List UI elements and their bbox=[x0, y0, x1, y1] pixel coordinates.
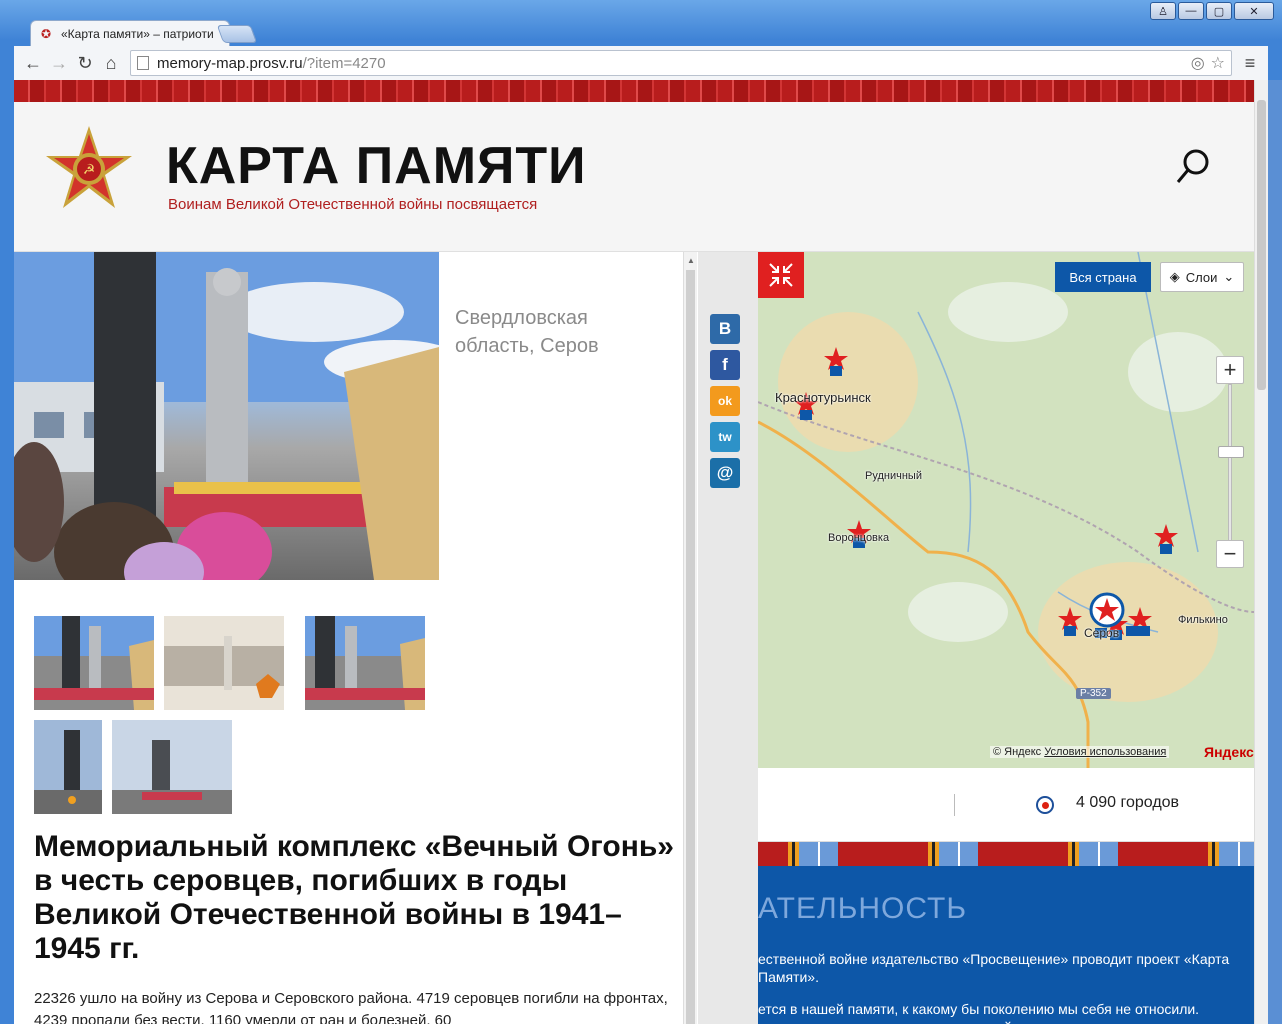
tab-strip: ✪ «Карта памяти» – патриоти bbox=[14, 18, 1264, 46]
about-paragraph: ется в нашей памяти, к какому бы поколен… bbox=[758, 1001, 1200, 1024]
scroll-thumb[interactable] bbox=[686, 270, 695, 1024]
location-city: область, Серов bbox=[455, 335, 599, 357]
map-collapse-button[interactable] bbox=[758, 252, 804, 298]
page-scrollbar[interactable] bbox=[1254, 80, 1268, 1024]
svg-text:☭: ☭ bbox=[83, 162, 96, 178]
scroll-up-icon[interactable]: ▲ bbox=[687, 256, 695, 265]
home-icon[interactable]: ⌂ bbox=[98, 50, 124, 76]
about-title: АТЕЛЬНОСТЬ bbox=[758, 892, 968, 925]
url-path: /?item=4270 bbox=[302, 54, 386, 72]
thumbnail[interactable] bbox=[34, 616, 154, 710]
facebook-share-button[interactable]: f bbox=[710, 350, 740, 380]
memorial-panel: Свердловская область, Серов Мемориальный… bbox=[14, 252, 698, 1024]
tab-title: «Карта памяти» – патриоти bbox=[61, 26, 214, 41]
map-markers bbox=[794, 347, 1178, 640]
back-arrow-icon[interactable]: ← bbox=[20, 50, 46, 76]
zoom-out-button[interactable]: − bbox=[1216, 540, 1244, 568]
thumbnail[interactable] bbox=[112, 720, 232, 814]
location: Свердловская область, Серов bbox=[455, 304, 675, 360]
zoom-slider-knob[interactable] bbox=[1218, 446, 1244, 458]
new-tab-button[interactable] bbox=[216, 25, 258, 43]
site-subtitle: Воинам Великой Отечественной войны посвя… bbox=[168, 196, 538, 213]
yandex-map[interactable]: Вся страна ◈ Слои ⌄ + − Краснотурьинск Р… bbox=[758, 252, 1254, 768]
page-icon bbox=[137, 56, 149, 70]
main-photo[interactable] bbox=[14, 252, 439, 580]
layers-label: Слои bbox=[1185, 269, 1218, 285]
stats-divider bbox=[954, 794, 955, 816]
map-copyright: © Яндекс Условия использования bbox=[990, 746, 1170, 758]
map-label-vorontsovka: Воронцовка bbox=[828, 532, 890, 544]
cities-count: 4 090 городов bbox=[1076, 794, 1180, 811]
mail-share-button[interactable]: @ bbox=[710, 458, 740, 488]
panel-scrollbar[interactable]: ▲ bbox=[683, 252, 697, 1024]
top-ribbon bbox=[14, 80, 1254, 102]
bookmark-star-icon[interactable]: ☆ bbox=[1211, 53, 1225, 73]
thumbnail[interactable] bbox=[164, 616, 284, 710]
map-label-krasnoturyinsk: Краснотурьинск bbox=[775, 390, 871, 405]
location-icon[interactable]: ◎ bbox=[1191, 53, 1205, 73]
page-viewport: ☭ КАРТА ПАМЯТИ Воинам Великой Отечествен… bbox=[14, 80, 1268, 1024]
star-favicon-icon: ✪ bbox=[41, 26, 52, 41]
browser-toolbar: ← → ↻ ⌂ memory-map.prosv.ru/?item=4270 ◎… bbox=[14, 46, 1268, 80]
forward-arrow-icon[interactable]: → bbox=[46, 50, 72, 76]
memorial-title: Мемориальный комплекс «Вечный Огонь» в ч… bbox=[34, 830, 674, 965]
twitter-share-button[interactable]: tw bbox=[710, 422, 740, 452]
address-bar[interactable]: memory-map.prosv.ru/?item=4270 ◎ ☆ bbox=[130, 50, 1232, 76]
zoom-in-button[interactable]: + bbox=[1216, 356, 1244, 384]
city-marker-icon bbox=[1036, 796, 1054, 814]
search-icon[interactable] bbox=[1174, 146, 1214, 186]
share-column: В f ok tw @ bbox=[698, 252, 758, 1024]
stats-bar: 4 090 городов bbox=[758, 768, 1254, 842]
odnoklassniki-share-button[interactable]: ok bbox=[710, 386, 740, 416]
layers-button[interactable]: ◈ Слои ⌄ bbox=[1160, 262, 1244, 292]
map-terms-link[interactable]: Условия использования bbox=[1044, 746, 1166, 758]
about-paragraph: ественной войне издательство «Просвещени… bbox=[758, 951, 1230, 985]
zoom-slider-track[interactable] bbox=[1228, 384, 1232, 542]
tab-active[interactable]: ✪ «Карта памяти» – патриоти bbox=[30, 20, 230, 46]
page-scroll-thumb[interactable] bbox=[1257, 100, 1266, 390]
map-label-filkino: Филькино bbox=[1178, 614, 1228, 626]
about-section: АТЕЛЬНОСТЬ ественной войне издательство … bbox=[758, 866, 1254, 1024]
map-copyright-text: © Яндекс bbox=[993, 746, 1042, 758]
thumbnail[interactable] bbox=[34, 720, 102, 814]
location-region: Свердловская bbox=[455, 307, 588, 329]
url-domain: memory-map.prosv.ru bbox=[157, 54, 303, 72]
map-label-rudnichny: Рудничный bbox=[865, 470, 922, 482]
map-label-serov: Серов bbox=[1084, 626, 1120, 640]
vk-share-button[interactable]: В bbox=[710, 314, 740, 344]
bottom-ribbon bbox=[758, 842, 1254, 866]
yandex-logo[interactable]: Яндекс bbox=[1204, 744, 1254, 760]
thumbnail[interactable] bbox=[305, 616, 425, 710]
desktop-edge-right bbox=[1268, 80, 1282, 1024]
site-title[interactable]: КАРТА ПАМЯТИ bbox=[166, 136, 587, 196]
road-tag: Р-352 bbox=[1076, 688, 1111, 699]
order-star-logo-icon[interactable]: ☭ bbox=[44, 124, 134, 214]
about-text: ественной войне издательство «Просвещени… bbox=[758, 950, 1248, 1024]
collapse-arrows-icon bbox=[769, 263, 793, 287]
chevron-down-icon: ⌄ bbox=[1223, 269, 1235, 284]
memorial-text: 22326 ушло на войну из Серова и Серовско… bbox=[34, 990, 668, 1024]
reload-icon[interactable]: ↻ bbox=[72, 50, 98, 76]
menu-icon[interactable]: ≡ bbox=[1238, 53, 1262, 74]
desktop-edge-left bbox=[0, 80, 14, 1024]
whole-country-button[interactable]: Вся страна bbox=[1055, 262, 1151, 292]
layers-icon: ◈ bbox=[1169, 269, 1180, 284]
site-header: ☭ КАРТА ПАМЯТИ Воинам Великой Отечествен… bbox=[14, 102, 1254, 252]
